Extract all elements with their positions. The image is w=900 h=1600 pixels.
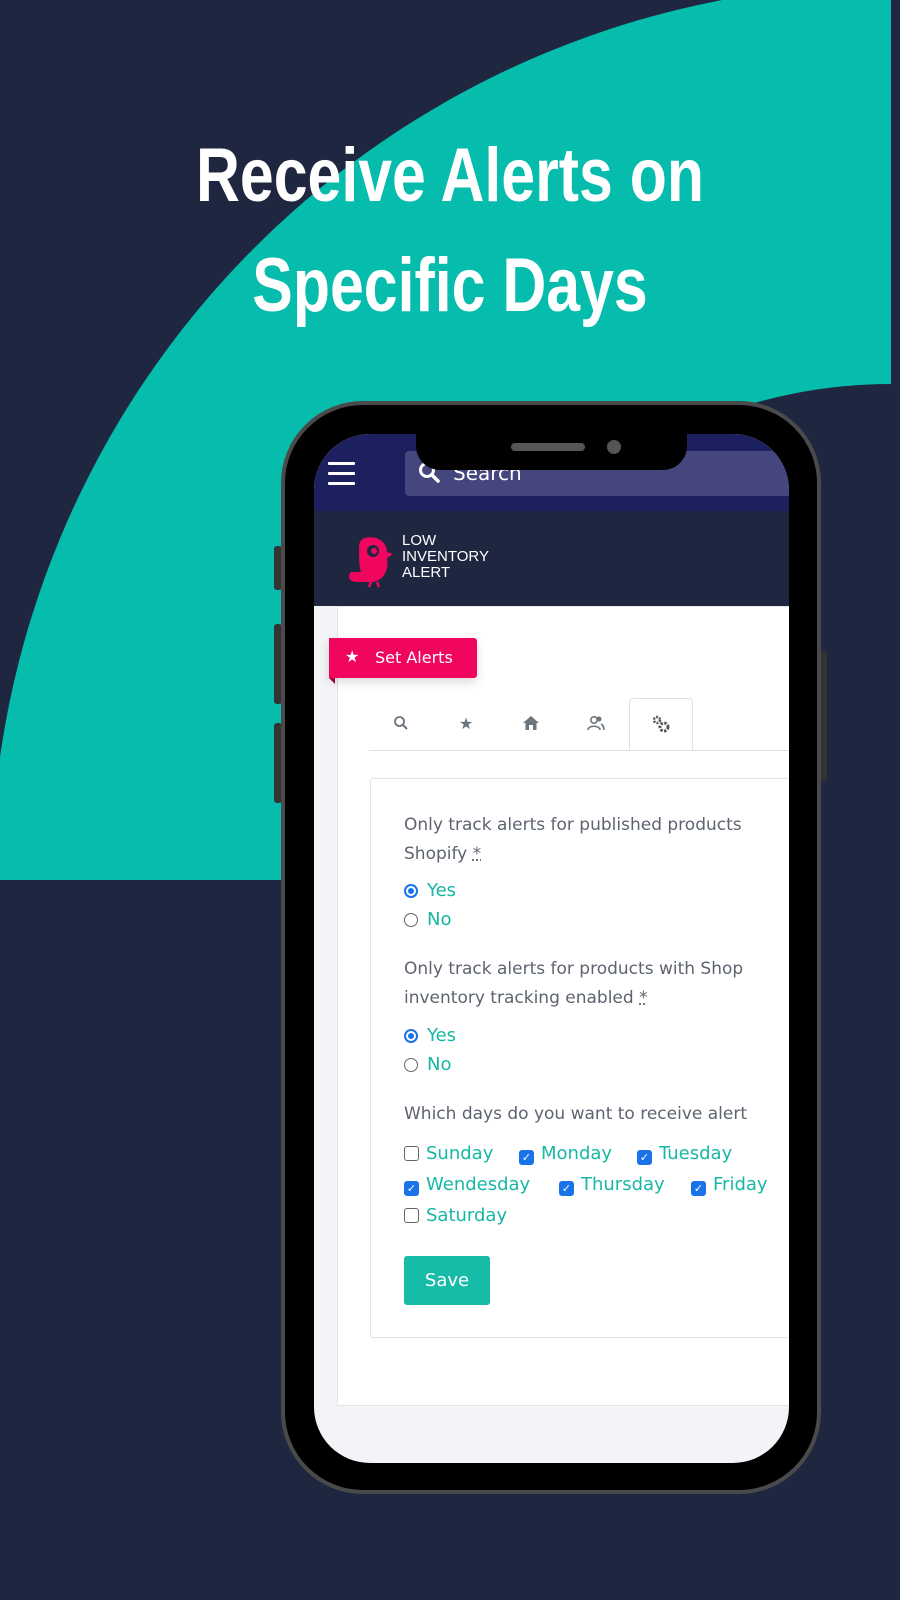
radio-button[interactable] xyxy=(404,1058,418,1072)
gears-icon xyxy=(652,715,670,733)
checkbox-label: Monday xyxy=(541,1143,613,1164)
checkbox[interactable]: ✓ xyxy=(691,1181,706,1196)
save-button[interactable]: Save xyxy=(404,1256,490,1305)
tab-users[interactable] xyxy=(564,698,628,750)
ribbon-label: Set Alerts xyxy=(375,648,453,667)
home-icon xyxy=(523,716,539,730)
question-tracking-line-1: Only track alerts for products with Shop xyxy=(404,959,744,979)
checkbox-monday[interactable]: ✓ Monday xyxy=(519,1143,612,1165)
checkbox-label: Saturday xyxy=(426,1205,508,1226)
question-published: Only track alerts for published products… xyxy=(404,811,742,869)
promo-canvas: Receive Alerts on Specific Days Search L… xyxy=(0,0,900,1600)
promo-content: Receive Alerts on Specific Days Search L… xyxy=(9,16,891,1584)
search-icon xyxy=(394,716,408,730)
checkbox[interactable]: ✓ xyxy=(519,1150,534,1165)
radio-published-no[interactable]: No xyxy=(404,909,451,930)
checkbox-sunday[interactable]: Sunday xyxy=(404,1143,493,1164)
set-alerts-ribbon: ★ Set Alerts xyxy=(329,638,477,678)
radio-button[interactable] xyxy=(404,1029,418,1043)
checkbox[interactable] xyxy=(404,1208,419,1223)
question-published-line-2: Shopify xyxy=(404,844,468,864)
ribbon-fold xyxy=(329,678,335,684)
required-marker: * xyxy=(472,844,482,864)
radio-tracking-no[interactable]: No xyxy=(404,1054,451,1075)
star-icon: ★ xyxy=(458,714,474,733)
radio-button[interactable] xyxy=(404,913,418,927)
checkbox-thursday[interactable]: ✓ Thursday xyxy=(559,1174,665,1196)
question-inventory-tracking: Only track alerts for products with Shop… xyxy=(404,955,743,1013)
star-icon: ★ xyxy=(345,647,360,666)
checkbox-label: Sunday xyxy=(426,1143,494,1164)
logo-line-1: LOW xyxy=(402,532,437,549)
tab-search[interactable] xyxy=(369,698,433,750)
tab-favorites[interactable]: ★ xyxy=(434,698,498,750)
checkbox-wednesday[interactable]: ✓ Wendesday xyxy=(404,1174,530,1196)
checkbox-friday[interactable]: ✓ Friday xyxy=(691,1174,768,1196)
checkbox-tuesday[interactable]: ✓ Tuesday xyxy=(637,1143,732,1165)
checkbox[interactable]: ✓ xyxy=(404,1181,419,1196)
radio-button[interactable] xyxy=(404,884,418,898)
required-marker: * xyxy=(639,988,648,1008)
app-header: LOW INVENTORY ALERT xyxy=(314,511,789,606)
users-icon xyxy=(587,715,605,731)
checkbox-label: Friday xyxy=(713,1174,768,1195)
headline: Receive Alerts on Specific Days xyxy=(9,121,891,341)
headline-line-2: Specific Days xyxy=(252,243,648,328)
phone-speaker xyxy=(511,443,585,451)
radio-published-yes[interactable]: Yes xyxy=(404,880,456,901)
phone-screen: Search LOW INVENTORY ALERT ★ Set Alerts xyxy=(314,434,789,1463)
checkbox-label: Wendesday xyxy=(426,1174,531,1195)
checkbox-label: Thursday xyxy=(581,1174,665,1195)
tab-settings[interactable] xyxy=(629,698,693,750)
question-published-line-1: Only track alerts for published products xyxy=(404,815,742,835)
checkbox[interactable]: ✓ xyxy=(559,1181,574,1196)
parrot-logo-icon xyxy=(349,537,393,588)
hamburger-icon[interactable] xyxy=(328,462,355,492)
phone-camera xyxy=(607,440,621,454)
checkbox-label: Tuesday xyxy=(659,1143,733,1164)
logo-line-2: INVENTORY xyxy=(402,548,489,565)
question-days: Which days do you want to receive alert xyxy=(404,1104,748,1124)
tab-home[interactable] xyxy=(499,698,563,750)
tab-bar: ★ xyxy=(369,698,789,751)
radio-tracking-yes[interactable]: Yes xyxy=(404,1025,456,1046)
logo: LOW INVENTORY ALERT xyxy=(344,528,514,592)
checkbox[interactable] xyxy=(404,1146,419,1161)
radio-label: No xyxy=(427,1054,452,1075)
logo-line-3: ALERT xyxy=(402,564,451,581)
checkbox[interactable]: ✓ xyxy=(637,1150,652,1165)
settings-form: Only track alerts for published products… xyxy=(370,778,789,1338)
question-tracking-line-2: inventory tracking enabled xyxy=(404,988,634,1008)
checkbox-saturday[interactable]: Saturday xyxy=(404,1205,507,1226)
radio-label: No xyxy=(427,909,452,930)
radio-label: Yes xyxy=(427,880,457,901)
radio-label: Yes xyxy=(427,1025,457,1046)
headline-line-1: Receive Alerts on xyxy=(195,133,704,218)
